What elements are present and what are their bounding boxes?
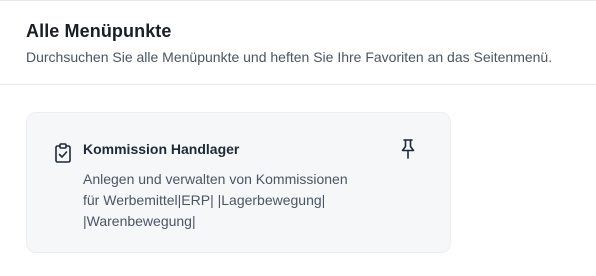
all-menu-items-page: Alle Menüpunkte Durchsuchen Sie alle Men… [0,0,596,276]
top-divider [0,0,596,1]
clipboard-check-icon [52,142,74,164]
description-line: für Werbemittel|ERP| |Lagerbewegung| [83,192,326,208]
page-subtitle: Durchsuchen Sie alle Menüpunkte und heft… [26,49,553,65]
menu-item-card[interactable]: Kommission Handlager Anlegen und verwalt… [26,112,451,253]
page-header: Alle Menüpunkte Durchsuchen Sie alle Men… [26,20,596,66]
pin-button[interactable] [395,137,421,165]
pin-icon [398,138,418,165]
header-divider [0,84,596,85]
description-line: |Warenbewegung| [83,213,196,229]
description-line: Anlegen und verwalten von Kommissionen [83,171,348,187]
page-title: Alle Menüpunkte [26,21,172,41]
menu-item-description: Anlegen und verwalten von Kommissionen f… [83,169,383,232]
menu-item-title: Kommission Handlager [83,141,240,157]
